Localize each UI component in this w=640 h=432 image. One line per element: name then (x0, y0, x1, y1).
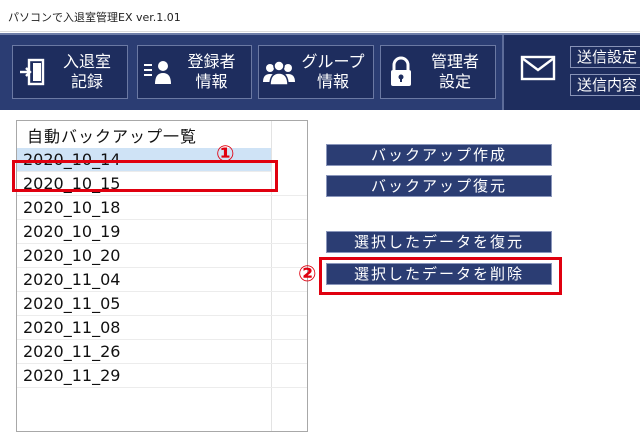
backup-panel: 自動バックアップ一覧 2020_10_14 2020_10_15 2020_10… (0, 110, 640, 432)
envelope-icon (520, 55, 556, 85)
list-item-label: 2020_10_18 (23, 198, 121, 217)
annotation-marker-2: ② (298, 262, 317, 287)
user-list-icon (138, 52, 178, 92)
restore-backup-button[interactable]: バックアップ復元 (326, 175, 552, 197)
main-toolbar: 入退室 記録 登録者 情報 グループ 情報 管理者 設定 送信設定 送信内容 (0, 33, 640, 110)
highlight-box-delete-button (319, 257, 562, 295)
lock-icon (381, 52, 421, 92)
list-item-label: 2020_11_29 (23, 366, 121, 385)
entry-exit-record-label: 入退室 記録 (62, 52, 111, 91)
registrant-info-label: 登録者 情報 (187, 52, 236, 91)
restore-selected-button[interactable]: 選択したデータを復元 (326, 231, 552, 253)
send-content-button[interactable]: 送信内容 (570, 74, 640, 96)
list-item-label: 2020_11_26 (23, 342, 121, 361)
entry-exit-record-button[interactable]: 入退室 記録 (12, 45, 128, 99)
list-item[interactable]: 2020_11_04 (17, 268, 307, 292)
list-item[interactable]: 2020_11_29 (17, 364, 307, 388)
list-item[interactable]: 2020_11_26 (17, 340, 307, 364)
list-item-label: 2020_11_05 (23, 294, 121, 313)
admin-settings-button[interactable]: 管理者 設定 (380, 45, 496, 99)
create-backup-button[interactable]: バックアップ作成 (326, 144, 552, 166)
group-info-button[interactable]: グループ 情報 (258, 45, 374, 99)
annotation-marker-1: ① (216, 142, 235, 167)
window-title: パソコンで入退室管理EX ver.1.01 (8, 11, 181, 24)
mail-panel: 送信設定 送信内容 (502, 35, 640, 110)
list-item[interactable]: 2020_11_05 (17, 292, 307, 316)
list-item-label: 2020_11_08 (23, 318, 121, 337)
list-item[interactable]: 2020_10_19 (17, 220, 307, 244)
registrant-info-button[interactable]: 登録者 情報 (137, 45, 252, 99)
send-settings-button[interactable]: 送信設定 (570, 46, 640, 68)
list-item-label: 2020_11_04 (23, 270, 121, 289)
list-item[interactable]: 2020_10_18 (17, 196, 307, 220)
backup-list-header: 自動バックアップ一覧 (27, 127, 198, 146)
admin-settings-label: 管理者 設定 (430, 52, 479, 91)
door-exit-icon (13, 52, 53, 92)
list-item[interactable]: 2020_10_20 (17, 244, 307, 268)
list-item-label: 2020_10_20 (23, 246, 121, 265)
list-item-label: 2020_10_19 (23, 222, 121, 241)
list-item[interactable]: 2020_11_08 (17, 316, 307, 340)
group-info-label: グループ 情報 (301, 52, 365, 91)
group-icon (259, 52, 299, 92)
highlight-box-selected-item (12, 160, 278, 192)
title-bar: パソコンで入退室管理EX ver.1.01 (0, 0, 640, 32)
